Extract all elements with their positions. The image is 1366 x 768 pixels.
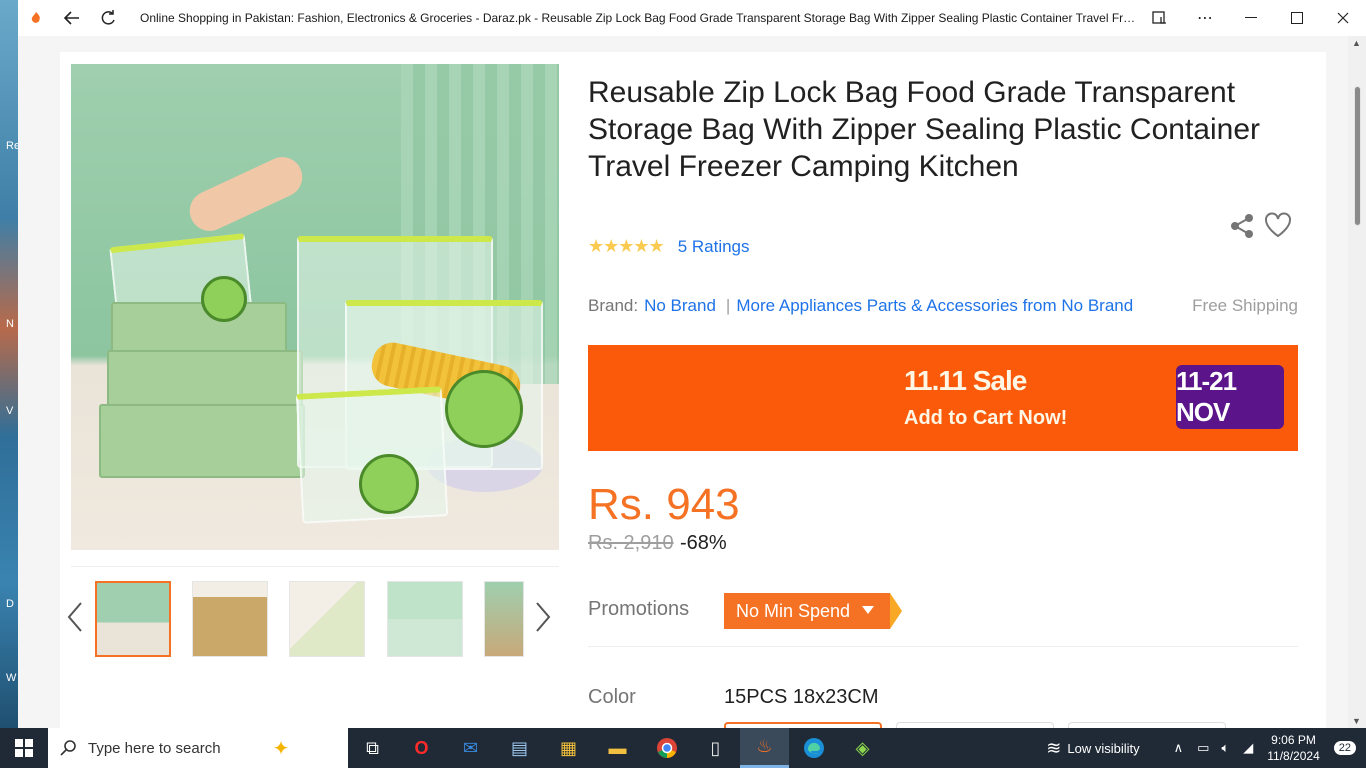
promotions-label: Promotions [588,598,690,620]
desktop-icon-label: W [6,672,17,684]
banner-date-badge: 11-21 NOV [1176,365,1284,429]
notification-badge[interactable]: 22 [1333,741,1356,755]
selected-color-value: 15PCS 18x23CM [724,686,879,708]
apple-sticker-image [445,370,523,448]
desktop-icon-label: D [6,598,14,610]
thumbnail-4[interactable] [387,581,463,657]
sparkle-icon: ✦ [272,737,290,760]
daraz-app-icon[interactable]: ♨ [740,728,789,768]
thumbnail-strip [67,566,559,666]
clock-date: 11/8/2024 [1267,749,1320,763]
search-icon [60,740,76,756]
weather-text[interactable]: Low visibility [1067,741,1139,756]
rating-row: ★★★★★ 5 Ratings [588,236,750,257]
current-price: Rs. 943 [588,480,740,529]
banner-sale-text: 11.11 Sale [904,365,1027,396]
browser-titlebar: Online Shopping in Pakistan: Fashion, El… [18,0,1366,36]
divider [588,646,1298,647]
clock[interactable]: 9:06 PM 11/8/2024 [1267,732,1320,764]
opera-icon[interactable]: O [397,728,446,768]
refresh-button[interactable] [90,0,126,36]
scroll-down-icon[interactable]: ▼ [1352,716,1361,726]
desktop-icon-label: V [6,405,14,417]
more-from-brand-link[interactable]: More Appliances Parts & Accessories from… [736,296,1133,316]
apple-sticker-image [359,454,419,514]
app-view-icon[interactable] [1136,0,1182,36]
file-explorer-icon[interactable]: ▬ [593,728,642,768]
sale-banner[interactable]: 11.11 Sale Add to Cart Now! 11-21 NOV [588,345,1298,451]
chevron-down-icon [862,606,875,614]
thumbnail-1[interactable] [95,581,171,657]
thumbnail-prev-button[interactable] [65,601,85,639]
clock-time: 9:06 PM [1271,733,1316,747]
ratings-link[interactable]: 5 Ratings [678,237,750,257]
chevron-up-icon[interactable]: ∧ [1174,740,1184,756]
free-shipping-label: Free Shipping [1192,296,1298,315]
product-main-image[interactable] [71,64,559,550]
bluestacks-icon[interactable]: ◈ [838,728,887,768]
mail-icon[interactable]: ✉ [446,728,495,768]
maximize-button[interactable] [1274,0,1320,36]
brand-row: Brand: No Brand | More Appliances Parts … [588,296,1298,316]
edge-icon[interactable] [789,728,838,768]
thumbnail-next-button[interactable] [533,601,553,639]
system-tray: ≋ Low visibility ∧ ▭ 🔈︎ ◢ 9:06 PM 11/8/2… [1046,728,1366,768]
star-rating: ★★★★★ [588,236,665,256]
original-price: Rs. 2,910 [588,532,674,554]
back-button[interactable] [54,0,90,36]
color-label: Color [588,686,636,708]
brand-link[interactable]: No Brand [644,296,716,316]
thumbnail-3[interactable] [289,581,365,657]
promotion-dropdown[interactable]: No Min Spend [724,593,903,629]
chrome-icon[interactable] [642,728,691,768]
network-icon[interactable]: ◢ [1243,740,1253,756]
taskbar: Type here to search ✦ ⧉ O ✉ ▤ ▦ ▬ ▯ ♨ ◈ … [0,728,1366,768]
heart-icon[interactable] [1264,212,1292,240]
taskbar-search[interactable]: Type here to search ✦ [48,728,348,768]
scrollbar-thumb[interactable] [1354,86,1361,226]
start-button[interactable] [0,728,48,768]
daraz-favicon-icon [18,0,54,36]
discount-percent: -68% [680,532,727,554]
product-title: Reusable Zip Lock Bag Food Grade Transpa… [588,76,1261,183]
product-card: Reusable Zip Lock Bag Food Grade Transpa… [60,52,1326,728]
search-placeholder: Type here to search [88,739,221,757]
scroll-up-icon[interactable]: ▲ [1352,38,1361,48]
thumbnail-2[interactable] [192,581,268,657]
close-button[interactable] [1320,0,1366,36]
more-options-icon[interactable]: ⋯ [1182,0,1228,36]
banner-cta-text: Add to Cart Now! [904,407,1068,429]
share-icon[interactable] [1228,212,1256,240]
document-icon[interactable]: ▯ [691,728,740,768]
page-title-bar: Online Shopping in Pakistan: Fashion, El… [140,11,1140,25]
desktop-icon-label: N [6,318,14,330]
fog-weather-icon: ≋ [1046,737,1062,758]
brand-separator: | [725,296,731,315]
store-icon[interactable]: ▦ [544,728,593,768]
page-viewport: Reusable Zip Lock Bag Food Grade Transpa… [18,36,1348,728]
apple-sticker-image [201,276,247,322]
box-image [99,404,305,478]
promotion-tag-label: No Min Spend [736,600,851,621]
thumbnail-5[interactable] [484,581,524,657]
desktop-background: Re N V D W [0,0,20,728]
brand-label: Brand: [588,296,639,315]
app-icon[interactable]: ▤ [495,728,544,768]
hand-image [183,150,309,238]
minimize-button[interactable] [1228,0,1274,36]
browser-window: Online Shopping in Pakistan: Fashion, El… [18,0,1366,728]
task-view-icon[interactable]: ⧉ [348,728,397,768]
page-scrollbar[interactable]: ▲ ▼ [1348,36,1366,728]
volume-icon[interactable]: 🔈︎ [1221,740,1229,756]
battery-icon[interactable]: ▭ [1197,740,1209,756]
